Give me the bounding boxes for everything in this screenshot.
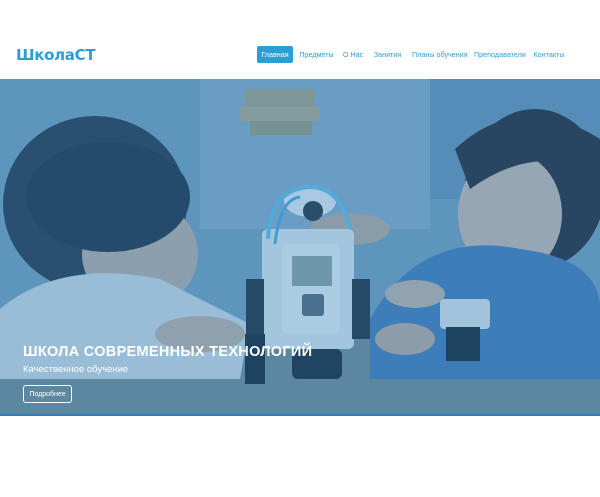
nav-item-about[interactable]: О Нас xyxy=(342,46,364,63)
hero-title: ШКОЛА СОВРЕМЕННЫХ ТЕХНОЛОГИЙ xyxy=(23,344,313,360)
hero-subtitle: Качественное обучение xyxy=(23,364,129,375)
nav-item-study-plans[interactable]: Планы обучения xyxy=(412,46,468,63)
nav-item-home[interactable]: Главная xyxy=(257,46,293,63)
nav-item-classes[interactable]: Занятия xyxy=(373,46,402,63)
site-logo[interactable]: ШколаСТ xyxy=(16,46,96,64)
nav-item-subjects[interactable]: Предметы xyxy=(298,46,335,63)
site-header: ШколаСТ Главная Предметы О Нас Занятия П… xyxy=(0,0,600,79)
more-button[interactable]: Подробнее xyxy=(23,385,72,403)
nav-item-contacts[interactable]: Контакты xyxy=(533,46,565,63)
content-area xyxy=(0,416,600,497)
nav-item-teachers[interactable]: Преподаватели xyxy=(474,46,526,63)
